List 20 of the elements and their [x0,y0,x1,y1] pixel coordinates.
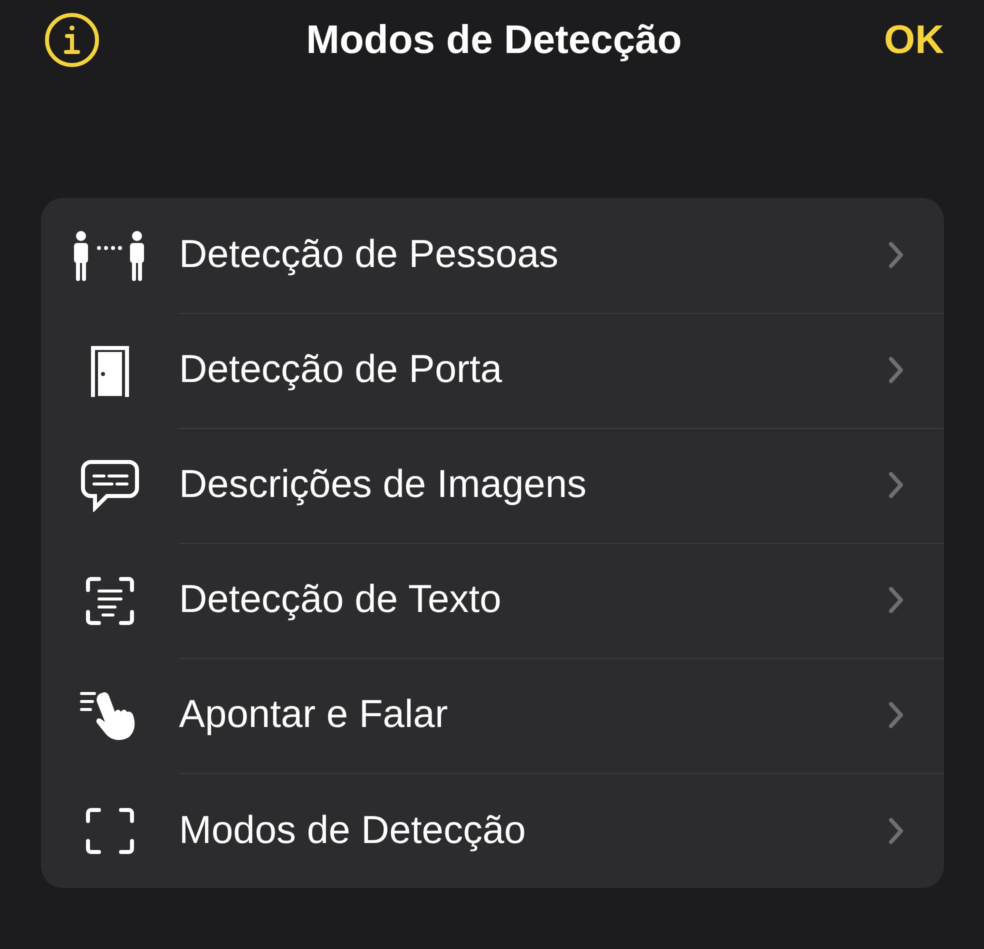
menu-item-label[interactable]: Detecção de Texto [179,578,502,622]
menu-item-label[interactable]: Detecção de Porta [179,348,502,392]
chevron-icon [888,241,904,269]
people-distance-icon [73,230,147,280]
viewfinder-icon [85,806,135,854]
chevron-icon [888,816,904,844]
speech-bubble-icon [81,460,139,512]
ok-button[interactable]: OK [884,18,944,62]
menu-item-label[interactable]: Descrições de Imagens [179,463,587,507]
menu-item-label[interactable]: Detecção de Pessoas [179,233,558,277]
door-icon [90,344,130,396]
text-scan-icon [85,576,135,626]
info-button[interactable] [44,12,100,68]
chevron-icon [888,701,904,729]
chevron-icon [888,586,904,614]
screen-title: Modos de Detecção [305,18,683,62]
chevron-icon [888,356,904,384]
menu-item-label[interactable]: Modos de Detecção [179,808,526,852]
menu-item-label[interactable]: Apontar e Falar [179,693,448,737]
chevron-icon [888,471,904,499]
